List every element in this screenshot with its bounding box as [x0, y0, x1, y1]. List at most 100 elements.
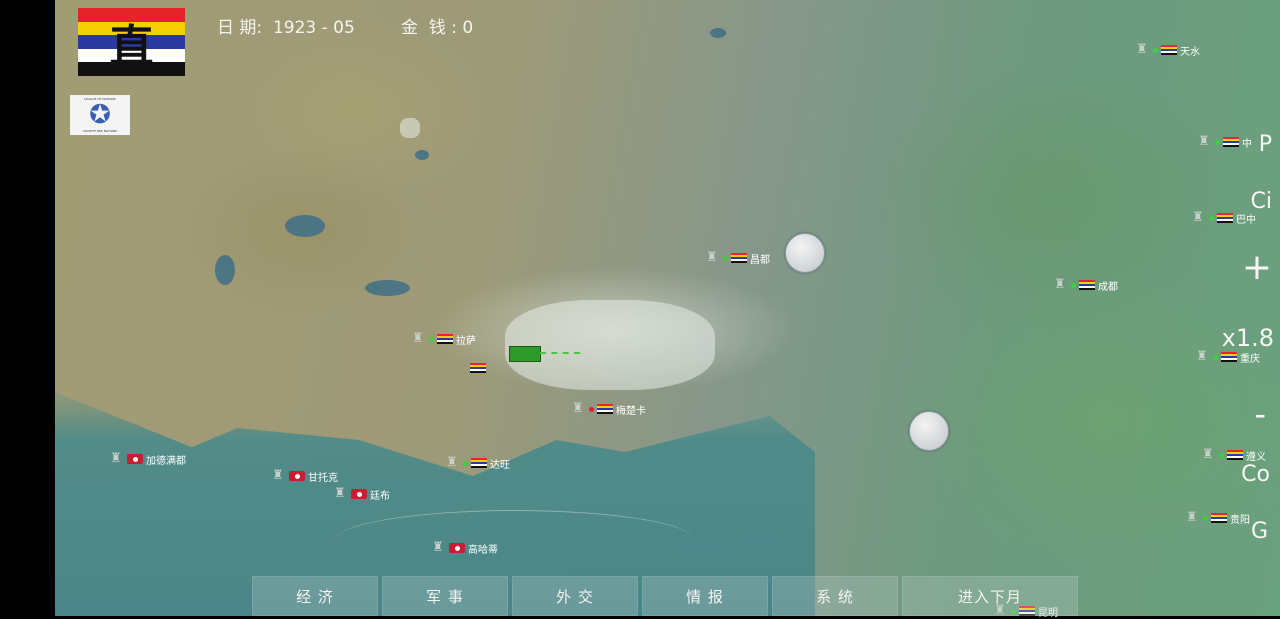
city-guwahati[interactable]: ♜ 高哈蒂	[432, 540, 498, 556]
city-flag	[437, 334, 453, 344]
left-letterbox	[0, 0, 55, 616]
soldier-icon: ♜	[272, 468, 284, 483]
city-bazhong[interactable]: ♜ 巴中	[1192, 210, 1256, 226]
money-display: 金 钱 : 0	[401, 18, 474, 38]
city-zhong[interactable]: ♜ 中	[1198, 134, 1252, 150]
city-thimphu[interactable]: ♜ 廷布	[334, 486, 390, 502]
status-dot	[1203, 515, 1208, 521]
soldier-icon: ♜	[1186, 510, 1198, 525]
military-button[interactable]: 军 事	[382, 576, 508, 616]
diplomacy-button[interactable]: 外 交	[512, 576, 638, 616]
status-dot	[589, 406, 594, 412]
city-flag	[127, 454, 143, 464]
city-gangtok[interactable]: ♜ 甘托克	[272, 468, 338, 484]
status-dot	[429, 336, 434, 342]
snow-range	[400, 118, 420, 138]
city-name: 梅楚卡	[616, 405, 646, 417]
lake	[215, 255, 235, 285]
city-name: 拉萨	[456, 335, 476, 347]
zoom-out-button[interactable]: -	[1254, 398, 1266, 430]
status-dot	[1219, 452, 1224, 458]
star-icon: ✪	[89, 100, 111, 130]
faction-flag: 直	[78, 8, 185, 76]
small-flag-marker[interactable]	[470, 363, 486, 373]
map-marker[interactable]	[785, 233, 825, 273]
system-button[interactable]: 系 统	[772, 576, 898, 616]
river	[335, 510, 695, 571]
status-dot	[1071, 282, 1076, 288]
lake	[365, 280, 410, 296]
army-move-path	[540, 352, 580, 360]
status-dot	[1213, 354, 1218, 360]
world-map[interactable]	[55, 0, 1280, 616]
next-month-button[interactable]: 进入下月	[902, 576, 1078, 616]
city-flag	[1227, 450, 1243, 460]
league-of-nations-emblem[interactable]: LEAGUE OF NATIONS ✪ SOCIETE DES NATIONS	[70, 95, 130, 135]
status-dot	[1153, 47, 1158, 53]
map-marker[interactable]	[909, 411, 949, 451]
intelligence-button[interactable]: 情 报	[642, 576, 768, 616]
soldier-icon: ♜	[446, 455, 458, 470]
city-flag	[1223, 137, 1239, 147]
city-flag	[597, 404, 613, 414]
lake	[285, 215, 325, 237]
city-flag	[351, 489, 367, 499]
city-tianshui[interactable]: ♜ 天水	[1136, 42, 1200, 58]
status-dot	[1215, 139, 1220, 145]
city-name: 昌都	[750, 254, 770, 266]
soldier-icon: ♜	[706, 250, 718, 265]
zoom-in-button[interactable]: +	[1242, 250, 1272, 286]
co-button[interactable]: Co	[1241, 464, 1270, 486]
p-button[interactable]: P	[1259, 134, 1272, 156]
soldier-icon: ♜	[1136, 42, 1148, 57]
soldier-icon: ♜	[1196, 349, 1208, 364]
city-name: 高哈蒂	[468, 544, 498, 556]
city-flag	[471, 458, 487, 468]
city-name: 达旺	[490, 459, 510, 471]
city-zunyi[interactable]: ♜ 遵义	[1202, 447, 1266, 463]
city-name: 甘托克	[308, 472, 338, 484]
city-name: 成都	[1098, 281, 1118, 293]
economy-button[interactable]: 经 济	[252, 576, 378, 616]
lake	[710, 28, 726, 38]
city-name: 贵阳	[1230, 514, 1250, 526]
army-unit[interactable]	[509, 346, 541, 362]
city-lhasa[interactable]: ♜ 拉萨	[412, 331, 476, 347]
city-mechuka[interactable]: ♜ 梅楚卡	[572, 401, 646, 417]
g-button[interactable]: G	[1251, 521, 1268, 543]
city-flag	[731, 253, 747, 263]
city-flag	[1211, 513, 1227, 523]
date-display: 日 期: 1923 - 05	[217, 18, 355, 38]
city-kathmandu[interactable]: ♜ 加德满都	[110, 451, 186, 467]
soldier-icon: ♜	[572, 401, 584, 416]
soldier-icon: ♜	[1192, 210, 1204, 225]
city-dawang[interactable]: ♜ 达旺	[446, 455, 510, 471]
snow-range	[505, 300, 715, 390]
city-flag	[470, 363, 486, 373]
city-name: 遵义	[1246, 451, 1266, 463]
zoom-level: x1.8	[1221, 324, 1274, 352]
city-flag	[1079, 280, 1095, 290]
city-flag	[1161, 45, 1177, 55]
soldier-icon: ♜	[334, 486, 346, 501]
city-flag	[1221, 352, 1237, 362]
faction-character: 直	[109, 21, 154, 72]
city-name: 廷布	[370, 490, 390, 502]
status-dot	[463, 460, 468, 466]
lake	[415, 150, 429, 160]
city-flag	[1217, 213, 1233, 223]
soldier-icon: ♜	[1198, 134, 1210, 149]
soldier-icon: ♜	[412, 331, 424, 346]
bottom-menu: 经 济 军 事 外 交 情 报 系 统 进入下月	[252, 576, 1082, 616]
soldier-icon: ♜	[1202, 447, 1214, 462]
ci-button[interactable]: Ci	[1251, 191, 1272, 213]
city-flag	[449, 543, 465, 553]
city-chengdu[interactable]: ♜ 成都	[1054, 277, 1118, 293]
city-changdu[interactable]: ♜ 昌都	[706, 250, 770, 266]
city-flag	[289, 471, 305, 481]
soldier-icon: ♜	[1054, 277, 1066, 292]
city-guiyang[interactable]: ♜ 贵阳	[1186, 510, 1250, 526]
league-text-bottom: SOCIETE DES NATIONS	[82, 129, 118, 133]
city-name: 加德满都	[146, 455, 186, 467]
status-dot	[1209, 215, 1214, 221]
